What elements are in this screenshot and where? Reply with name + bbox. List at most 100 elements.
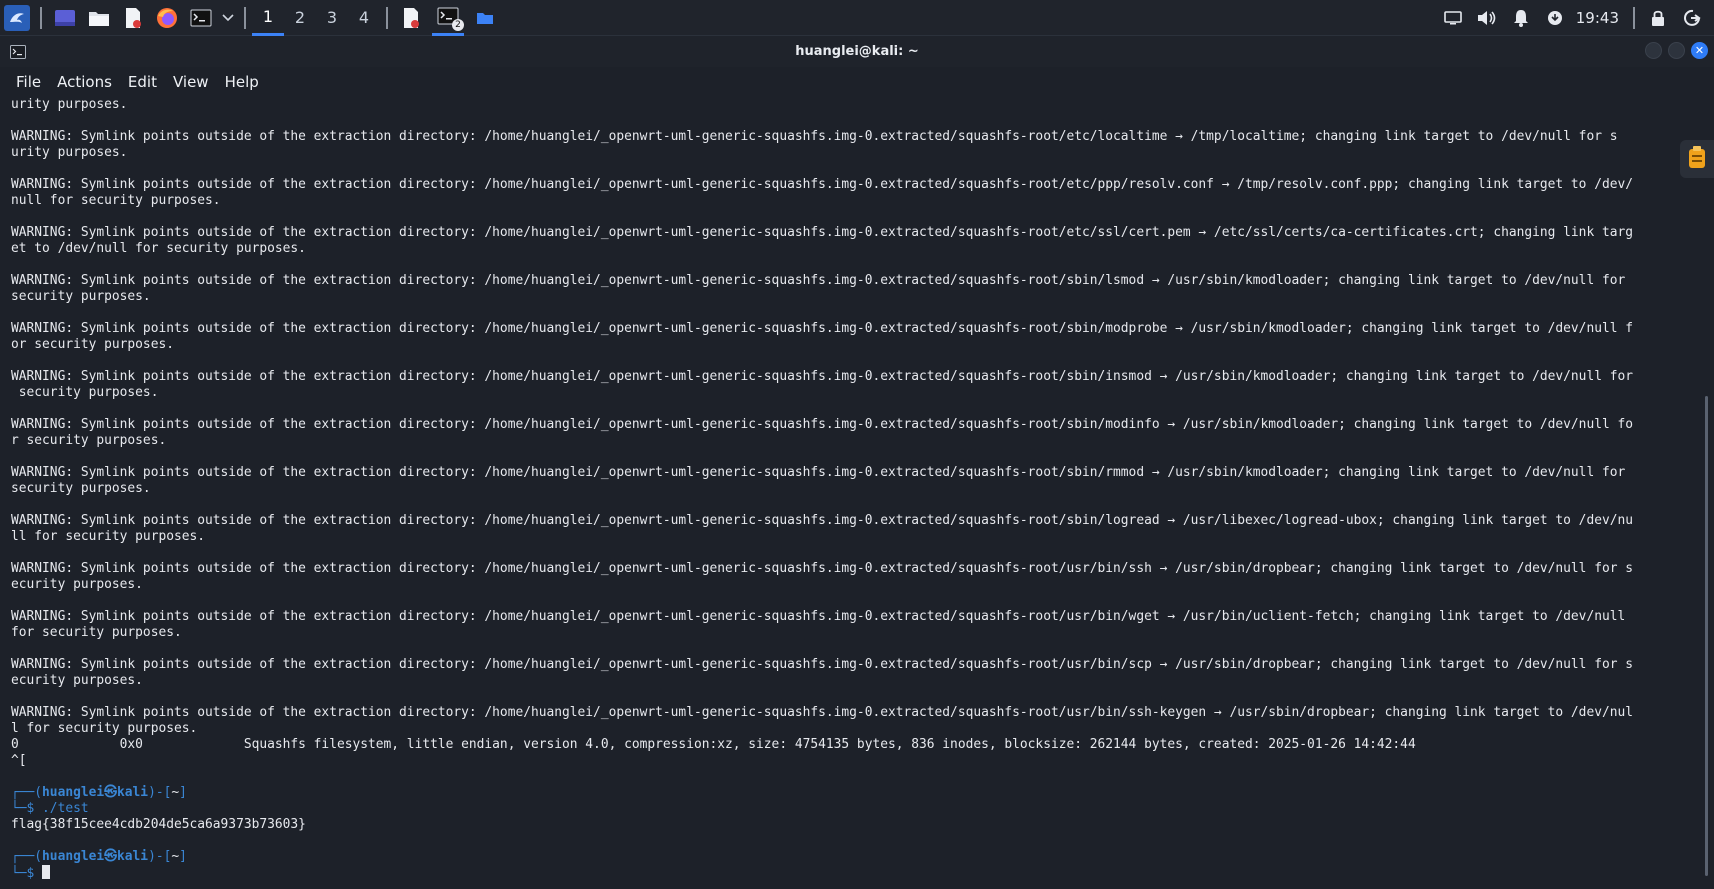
window-controls: ✕	[1639, 42, 1708, 59]
terminal-line: null for security purposes.	[11, 193, 221, 208]
terminal-line: WARNING: Symlink points outside of the e…	[11, 129, 1618, 144]
workspace-3[interactable]: 3	[316, 0, 348, 36]
menu-actions[interactable]: Actions	[57, 73, 112, 91]
prompt-dir: ~	[171, 849, 180, 864]
text-cursor	[42, 865, 51, 879]
tray-separator	[1633, 7, 1635, 29]
menubar: File Actions Edit View Help	[0, 67, 1714, 97]
taskbar: 1 2 3 4 2 19:43	[0, 0, 1714, 36]
clock[interactable]: 19:43	[1576, 9, 1619, 27]
terminal-scrollbar[interactable]	[1705, 396, 1708, 876]
terminal-line: l for security purposes.	[11, 721, 198, 736]
terminal-line: for security purposes.	[11, 625, 182, 640]
notification-bell-icon[interactable]	[1509, 6, 1533, 30]
terminal-icon[interactable]	[188, 5, 214, 31]
minimize-button[interactable]	[1645, 42, 1662, 59]
terminal-app-icon	[10, 44, 26, 59]
firefox-icon[interactable]	[154, 5, 180, 31]
desktop-icon[interactable]	[52, 5, 78, 31]
terminal-line: urity purposes.	[11, 97, 128, 112]
terminal-output[interactable]: urity purposes. WARNING: Symlink points o…	[11, 97, 1691, 887]
command-output: flag{38f15cee4cdb204de5ca6a9373b73603}	[11, 817, 306, 832]
taskbar-separator	[40, 6, 42, 29]
terminal-line: WARNING: Symlink points outside of the e…	[11, 513, 1634, 528]
command-line-2[interactable]: └─$	[11, 865, 1691, 882]
terminal-line: WARNING: Symlink points outside of the e…	[11, 177, 1634, 192]
dropdown-chevron-icon[interactable]	[220, 5, 236, 31]
terminal-line: et to /dev/null for security purposes.	[11, 241, 306, 256]
terminal-line: WARNING: Symlink points outside of the e…	[11, 465, 1626, 480]
maximize-button[interactable]	[1668, 42, 1685, 59]
prompt-user: huanglei㉿kali	[42, 785, 149, 800]
window-titlebar[interactable]: huanglei@kali: ~ ✕	[0, 36, 1714, 67]
update-icon[interactable]	[1543, 6, 1567, 30]
menu-file[interactable]: File	[16, 73, 41, 91]
side-widget-button[interactable]	[1680, 140, 1714, 178]
system-tray: 19:43	[1436, 0, 1714, 36]
close-icon: ✕	[1694, 44, 1705, 57]
volume-icon[interactable]	[1475, 6, 1499, 30]
taskbar-launchers: 1 2 3 4 2	[0, 0, 502, 36]
folder-window-icon[interactable]	[472, 5, 498, 31]
prompt-frame: └─$	[11, 866, 43, 881]
window-count-badge: 2	[452, 18, 464, 31]
terminal-line: r security purposes.	[11, 433, 167, 448]
menu-edit[interactable]: Edit	[128, 73, 157, 91]
terminal-window: huanglei@kali: ~ ✕ File Actions Edit Vie…	[0, 36, 1714, 889]
terminal-line: WARNING: Symlink points outside of the e…	[11, 321, 1634, 336]
terminal-line: WARNING: Symlink points outside of the e…	[11, 369, 1634, 384]
prompt-frame: )-[	[148, 785, 172, 800]
terminal-line: WARNING: Symlink points outside of the e…	[11, 561, 1634, 576]
workspace-2[interactable]: 2	[284, 0, 316, 36]
display-icon[interactable]	[1441, 6, 1465, 30]
menu-help[interactable]: Help	[225, 73, 259, 91]
prompt-line-2: ┌──(huanglei㉿kali)-[~]	[11, 849, 1691, 865]
lock-icon[interactable]	[1646, 6, 1670, 30]
workspace-4[interactable]: 4	[348, 0, 380, 36]
prompt-frame: )-[	[148, 849, 172, 864]
clipboard-icon	[1687, 145, 1707, 173]
terminal-line: WARNING: Symlink points outside of the e…	[11, 705, 1634, 720]
menu-view[interactable]: View	[173, 73, 209, 91]
prompt-frame: ┌──(	[11, 785, 43, 800]
terminal-line: ll for security purposes.	[11, 529, 206, 544]
terminal-scrollback: urity purposes. WARNING: Symlink points o…	[11, 97, 1691, 769]
screenshot-app-icon[interactable]	[398, 5, 424, 31]
terminal-line: security purposes.	[11, 385, 159, 400]
terminal-line: ecurity purposes.	[11, 673, 143, 688]
prompt-frame: ]	[179, 849, 187, 864]
text-editor-icon[interactable]	[120, 5, 146, 31]
prompt-dir: ~	[171, 785, 180, 800]
power-icon[interactable]	[1680, 6, 1704, 30]
prompt-line-1: ┌──(huanglei㉿kali)-[~]	[11, 785, 1691, 801]
terminal-line: WARNING: Symlink points outside of the e…	[11, 657, 1634, 672]
terminal-line: security purposes.	[11, 481, 151, 496]
kali-dragon-icon[interactable]	[4, 4, 30, 31]
terminal-line: WARNING: Symlink points outside of the e…	[11, 609, 1626, 624]
terminal-line: WARNING: Symlink points outside of the e…	[11, 417, 1634, 432]
prompt-frame: └─$	[11, 801, 43, 816]
taskbar-separator	[244, 6, 246, 29]
taskbar-separator	[386, 6, 388, 29]
command-text: ./test	[42, 801, 89, 816]
close-button[interactable]: ✕	[1691, 42, 1708, 59]
terminal-line: security purposes.	[11, 289, 151, 304]
terminal-line: or security purposes.	[11, 337, 174, 352]
prompt-frame: ]	[179, 785, 187, 800]
workspace-1[interactable]: 1	[252, 0, 284, 36]
file-manager-icon[interactable]	[86, 5, 112, 31]
terminal-window-icon[interactable]: 2	[432, 0, 464, 36]
terminal-line: WARNING: Symlink points outside of the e…	[11, 225, 1634, 240]
